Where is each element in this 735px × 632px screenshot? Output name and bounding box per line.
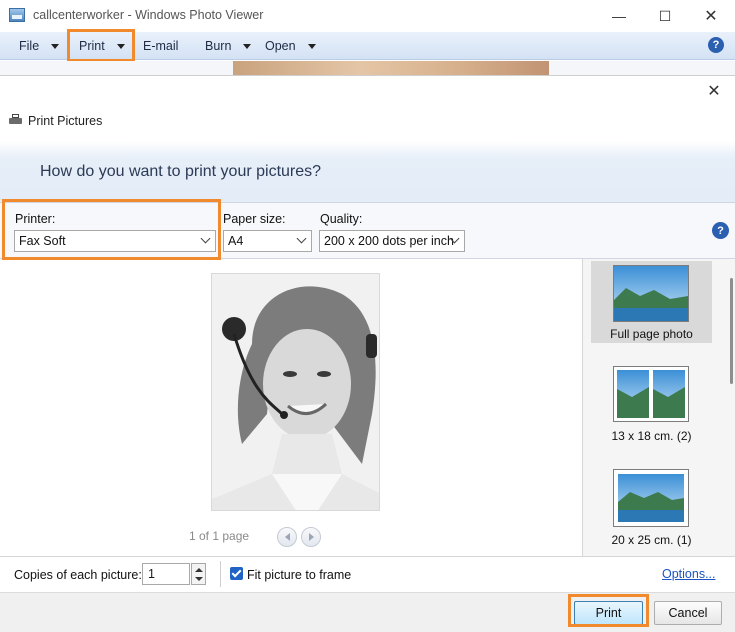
dialog-title: Print Pictures [28,114,103,128]
divider [220,561,221,587]
maximize-button[interactable]: ☐ [642,0,688,32]
photo-viewer-icon [9,8,25,22]
fit-to-frame-checkbox[interactable] [230,567,243,580]
copies-stepper[interactable] [191,563,206,585]
chevron-down-icon [296,233,307,244]
close-window-button[interactable]: ✕ [688,0,734,32]
menu-burn[interactable]: Burn [205,32,252,60]
printer-icon [9,114,22,126]
print-preview-pane: 1 of 1 page [0,259,582,556]
print-button-highlight [568,594,649,627]
dialog-heading: How do you want to print your pictures? [40,163,322,180]
window-title: callcenterworker - Windows Photo Viewer [33,8,264,22]
copies-row: Copies of each picture: 1 Fit picture to… [0,556,735,592]
quality-value: 200 x 200 dots per inch [324,234,454,248]
previous-page-button[interactable] [277,527,297,547]
menu-open-label: Open [265,39,296,53]
title-bar: callcenterworker - Windows Photo Viewer … [0,0,735,32]
printer-highlight [2,199,221,260]
options-link[interactable]: Options... [662,567,716,581]
arrow-up-icon[interactable] [195,568,203,572]
paper-size-value: A4 [228,234,244,248]
menu-email[interactable]: E-mail [143,32,178,60]
layout-thumbnail [613,265,689,322]
menu-email-label: E-mail [143,39,179,53]
cancel-button[interactable]: Cancel [654,601,722,625]
page-counter: 1 of 1 page [189,529,250,543]
paper-size-label: Paper size: [223,212,286,226]
arrow-right-icon [308,533,314,541]
quality-label: Quality: [320,212,363,226]
chevron-down-icon [51,43,60,49]
menu-open[interactable]: Open [265,32,316,60]
menu-file[interactable]: File [19,32,60,60]
layout-scrollbar[interactable] [726,259,735,556]
fit-to-frame-label[interactable]: Fit picture to frame [247,568,351,582]
print-pictures-dialog: ✕ Print Pictures How do you want to prin… [0,75,735,632]
layout-thumbnail [613,469,689,527]
help-icon[interactable]: ? [708,37,724,53]
layout-label: 13 x 18 cm. (2) [611,429,692,443]
scrollbar-thumb[interactable] [730,278,733,384]
layout-thumbnail [613,366,689,422]
copies-label: Copies of each picture: [14,568,142,582]
minimize-button[interactable]: — [596,0,642,32]
layout-20x25[interactable]: 20 x 25 cm. (1) [591,467,712,549]
dialog-close-button[interactable]: ✕ [705,82,723,100]
chevron-down-icon [243,43,252,49]
chevron-down-icon [307,43,316,49]
layout-label: 20 x 25 cm. (1) [611,533,692,547]
next-page-button[interactable] [301,527,321,547]
menu-file-label: File [19,39,40,53]
help-icon[interactable]: ? [712,222,729,239]
quality-select[interactable]: 200 x 200 dots per inch [319,230,465,252]
arrow-down-icon[interactable] [195,577,203,581]
copies-input[interactable]: 1 [142,563,190,585]
paper-size-select[interactable]: A4 [223,230,312,252]
preview-photo [211,273,380,511]
background-photo [233,61,549,75]
layout-label: Full page photo [610,327,693,341]
layout-13x18[interactable]: 13 x 18 cm. (2) [591,363,712,445]
layout-full-page-photo[interactable]: Full page photo [591,261,712,343]
print-menu-highlight [67,29,135,62]
menu-burn-label: Burn [205,39,232,53]
layout-list: Full page photo 13 x 18 cm. (2) 20 x 25 … [582,259,735,556]
arrow-left-icon [284,533,290,541]
